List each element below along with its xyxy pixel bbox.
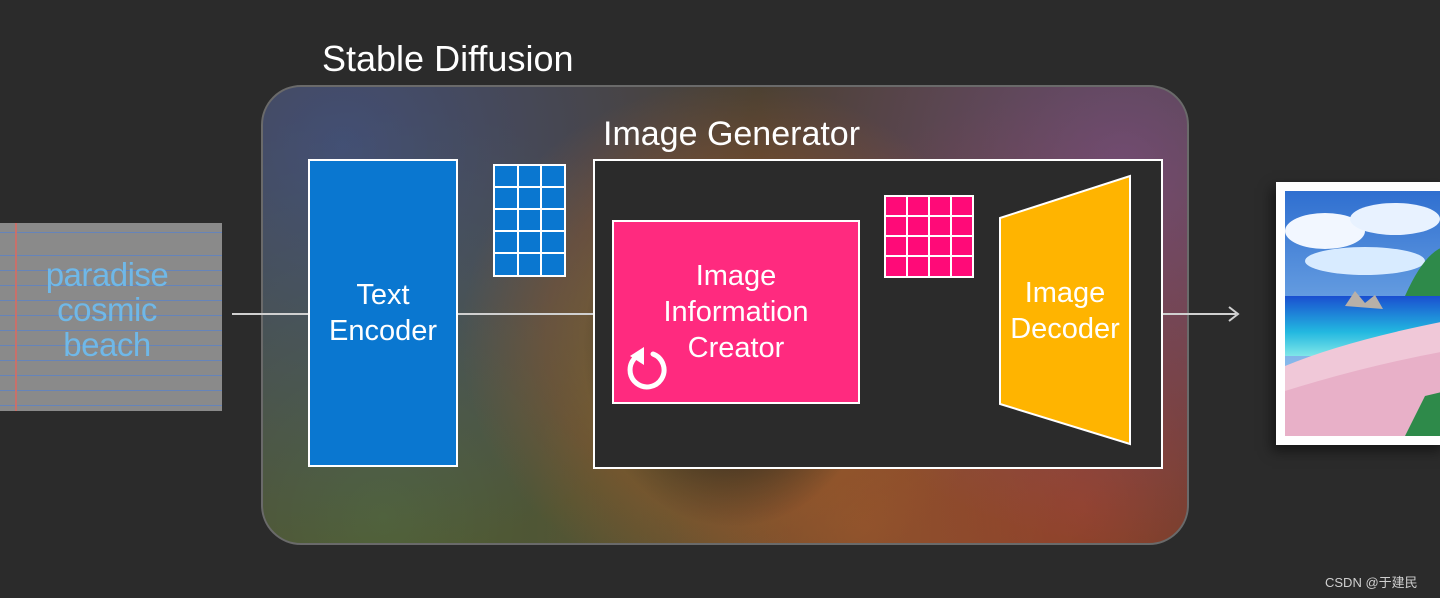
- creator-label-line: Information: [663, 296, 809, 328]
- generated-beach-image: [1285, 191, 1440, 436]
- latent-array-grid: [884, 195, 974, 278]
- decoder-label-line: Decoder: [1010, 313, 1120, 345]
- decoder-label-line: Image: [1024, 277, 1106, 309]
- text-encoder-label-line: Encoder: [328, 315, 437, 347]
- text-encoder-label: Text Encoder: [329, 277, 437, 349]
- image-decoder-label: Image Decoder: [998, 275, 1132, 347]
- output-image-frame: [1276, 182, 1440, 445]
- watermark-text: CSDN @于建民: [1325, 575, 1418, 590]
- text-encoder-label-line: Text: [356, 279, 410, 311]
- refresh-loop-icon: [627, 347, 667, 390]
- text-encoder-block: Text Encoder: [308, 159, 458, 467]
- token-embeddings-grid: [493, 164, 566, 277]
- image-generator-title: Image Generator: [603, 115, 861, 153]
- creator-label-line: Image: [695, 260, 777, 292]
